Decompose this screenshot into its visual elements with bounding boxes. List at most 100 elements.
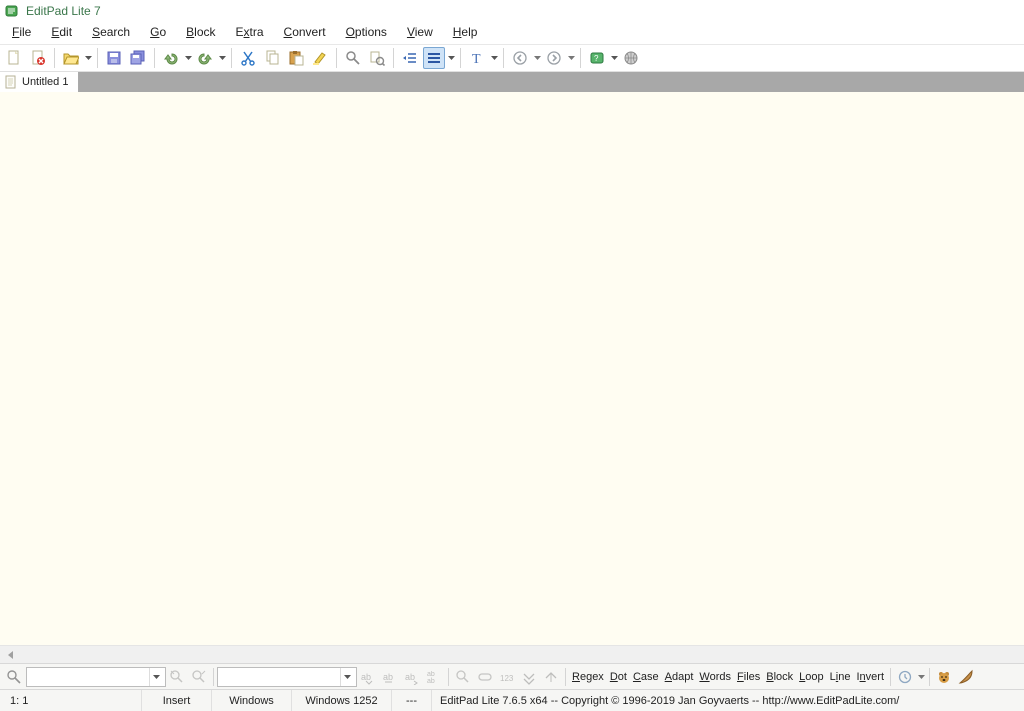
search-dropdown[interactable] bbox=[149, 668, 163, 686]
menu-help[interactable]: Help bbox=[445, 24, 486, 40]
replace-next-button[interactable]: ab bbox=[402, 666, 422, 688]
help-button[interactable]: ? bbox=[586, 47, 608, 69]
toolbar-separator bbox=[231, 48, 232, 68]
copy-button[interactable] bbox=[261, 47, 283, 69]
cut-button[interactable] bbox=[237, 47, 259, 69]
toggle-adapt[interactable]: Adapt bbox=[662, 671, 697, 683]
menu-search[interactable]: Search bbox=[84, 24, 138, 40]
web-button[interactable] bbox=[620, 47, 642, 69]
nav-back-dropdown[interactable] bbox=[532, 47, 542, 69]
svg-text:?: ? bbox=[594, 54, 599, 63]
new-button[interactable] bbox=[3, 47, 25, 69]
status-linebreak[interactable]: Windows bbox=[212, 690, 292, 711]
nav-forward-dropdown[interactable] bbox=[566, 47, 576, 69]
help-dropdown[interactable] bbox=[609, 47, 619, 69]
history-button[interactable] bbox=[895, 666, 915, 688]
document-tab[interactable]: Untitled 1 bbox=[0, 72, 79, 92]
search-separator bbox=[448, 668, 449, 686]
svg-text:ab: ab bbox=[427, 671, 435, 678]
history-dropdown[interactable] bbox=[916, 666, 926, 688]
replace-all-button[interactable]: abab bbox=[424, 666, 444, 688]
toolbar-separator bbox=[393, 48, 394, 68]
toggle-invert[interactable]: Invert bbox=[853, 671, 887, 683]
search-input[interactable] bbox=[27, 668, 149, 686]
redo-dropdown[interactable] bbox=[217, 47, 227, 69]
toggle-words[interactable]: Words bbox=[696, 671, 734, 683]
app-title: EditPad Lite 7 bbox=[26, 4, 101, 18]
highlight-all-button[interactable] bbox=[475, 666, 495, 688]
find-replace-button[interactable] bbox=[366, 47, 388, 69]
replace-back-button[interactable]: ab bbox=[380, 666, 400, 688]
toggle-line[interactable]: Line bbox=[827, 671, 854, 683]
status-about: EditPad Lite 7.6.5 x64 -- Copyright © 19… bbox=[432, 690, 1022, 711]
unfold-button[interactable] bbox=[541, 666, 561, 688]
open-dropdown[interactable] bbox=[83, 47, 93, 69]
undo-button[interactable] bbox=[160, 47, 182, 69]
replace-input[interactable] bbox=[218, 668, 340, 686]
search-separator bbox=[929, 668, 930, 686]
bear-button[interactable] bbox=[934, 666, 954, 688]
menu-extra[interactable]: Extra bbox=[228, 24, 272, 40]
outdent-button[interactable] bbox=[399, 47, 421, 69]
menu-options[interactable]: Options bbox=[338, 24, 395, 40]
menu-file[interactable]: File bbox=[4, 24, 39, 40]
save-button[interactable] bbox=[103, 47, 125, 69]
search-toolbar: ab ab ab abab 123 Regex Dot Case Adapt W… bbox=[0, 663, 1024, 689]
feather-button[interactable] bbox=[956, 666, 976, 688]
wordwrap-dropdown[interactable] bbox=[446, 47, 456, 69]
svg-text:ab: ab bbox=[361, 672, 371, 682]
search-zoom-button[interactable] bbox=[453, 666, 473, 688]
undo-dropdown[interactable] bbox=[183, 47, 193, 69]
editor-area[interactable] bbox=[0, 92, 1024, 645]
svg-text:ab: ab bbox=[427, 678, 435, 685]
redo-button[interactable] bbox=[194, 47, 216, 69]
main-toolbar: T ? bbox=[0, 44, 1024, 72]
horizontal-scrollbar[interactable] bbox=[0, 645, 1024, 663]
toolbar-separator bbox=[336, 48, 337, 68]
close-file-button[interactable] bbox=[27, 47, 49, 69]
toolbar-separator bbox=[154, 48, 155, 68]
replace-field[interactable] bbox=[217, 667, 357, 687]
save-all-button[interactable] bbox=[127, 47, 149, 69]
menu-bar: File Edit Search Go Block Extra Convert … bbox=[0, 22, 1024, 44]
search-icon-button[interactable] bbox=[3, 666, 25, 688]
svg-text:ab: ab bbox=[405, 672, 415, 682]
search-field[interactable] bbox=[26, 667, 166, 687]
status-encoding[interactable]: Windows 1252 bbox=[292, 690, 392, 711]
toggle-dot[interactable]: Dot bbox=[607, 671, 630, 683]
search-next-button[interactable] bbox=[189, 666, 209, 688]
highlight-button[interactable] bbox=[309, 47, 331, 69]
svg-text:123: 123 bbox=[500, 674, 514, 683]
text-style-button[interactable]: T bbox=[466, 47, 488, 69]
count-button[interactable]: 123 bbox=[497, 666, 517, 688]
find-button[interactable] bbox=[342, 47, 364, 69]
nav-forward-button[interactable] bbox=[543, 47, 565, 69]
toggle-regex[interactable]: Regex bbox=[569, 671, 607, 683]
toggle-case[interactable]: Case bbox=[630, 671, 662, 683]
status-position[interactable]: 1: 1 bbox=[2, 690, 142, 711]
toggle-files[interactable]: Files bbox=[734, 671, 763, 683]
toggle-loop[interactable]: Loop bbox=[796, 671, 826, 683]
status-bom[interactable]: --- bbox=[392, 690, 432, 711]
search-prev-button[interactable] bbox=[167, 666, 187, 688]
menu-go[interactable]: Go bbox=[142, 24, 174, 40]
paste-button[interactable] bbox=[285, 47, 307, 69]
nav-back-button[interactable] bbox=[509, 47, 531, 69]
toolbar-separator bbox=[97, 48, 98, 68]
menu-view[interactable]: View bbox=[399, 24, 441, 40]
replace-dropdown[interactable] bbox=[340, 668, 354, 686]
menu-block[interactable]: Block bbox=[178, 24, 223, 40]
replace-one-button[interactable]: ab bbox=[358, 666, 378, 688]
open-button[interactable] bbox=[60, 47, 82, 69]
wordwrap-button[interactable] bbox=[423, 47, 445, 69]
menu-edit[interactable]: Edit bbox=[43, 24, 80, 40]
status-bar: 1: 1 Insert Windows Windows 1252 --- Edi… bbox=[0, 689, 1024, 711]
status-insert-mode[interactable]: Insert bbox=[142, 690, 212, 711]
toggle-block[interactable]: Block bbox=[763, 671, 796, 683]
text-style-dropdown[interactable] bbox=[489, 47, 499, 69]
toolbar-separator bbox=[54, 48, 55, 68]
menu-convert[interactable]: Convert bbox=[276, 24, 334, 40]
fold-button[interactable] bbox=[519, 666, 539, 688]
scroll-left-arrow[interactable] bbox=[4, 648, 18, 662]
search-separator bbox=[890, 668, 891, 686]
